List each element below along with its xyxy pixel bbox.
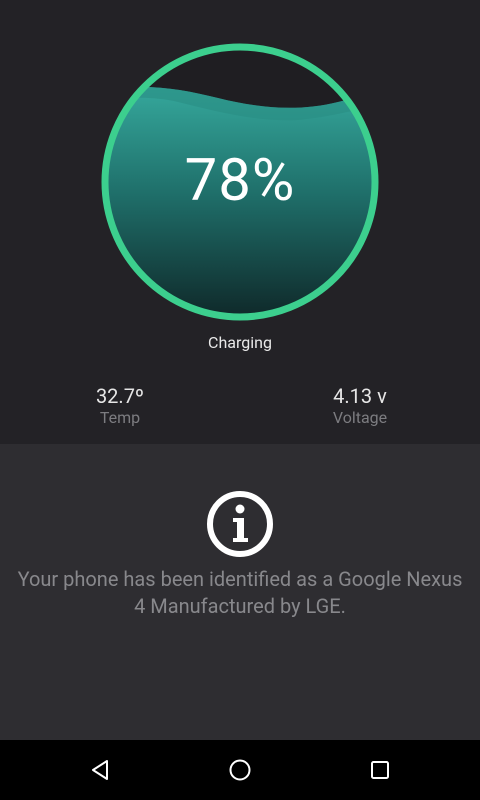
recent-apps-button[interactable] — [360, 750, 400, 790]
system-navigation-bar — [0, 740, 480, 800]
device-info-section: Your phone has been identified as a Goog… — [0, 444, 480, 740]
temp-stat: 32.7º Temp — [50, 384, 190, 428]
voltage-label: Voltage — [332, 408, 388, 427]
battery-percent: 78% — [184, 147, 296, 215]
temp-value: 32.7º — [95, 384, 145, 408]
back-button[interactable] — [80, 750, 120, 790]
temp-label: Temp — [99, 408, 141, 427]
voltage-value: 4.13 v — [333, 384, 387, 408]
voltage-stat: 4.13 v Voltage — [290, 384, 430, 428]
battery-app-screen: 78% Charging 32.7º Temp 4.13 v Voltage Y… — [0, 0, 480, 800]
recent-apps-square-icon — [371, 761, 389, 779]
home-button[interactable] — [220, 750, 260, 790]
charging-status: Charging — [208, 333, 272, 352]
info-circle-icon — [205, 489, 275, 559]
battery-summary-section: 78% Charging 32.7º Temp 4.13 v Voltage — [0, 0, 480, 444]
back-triangle-icon — [92, 760, 108, 780]
device-identified-message: Your phone has been identified as a Goog… — [17, 567, 463, 618]
home-circle-icon — [229, 759, 251, 781]
